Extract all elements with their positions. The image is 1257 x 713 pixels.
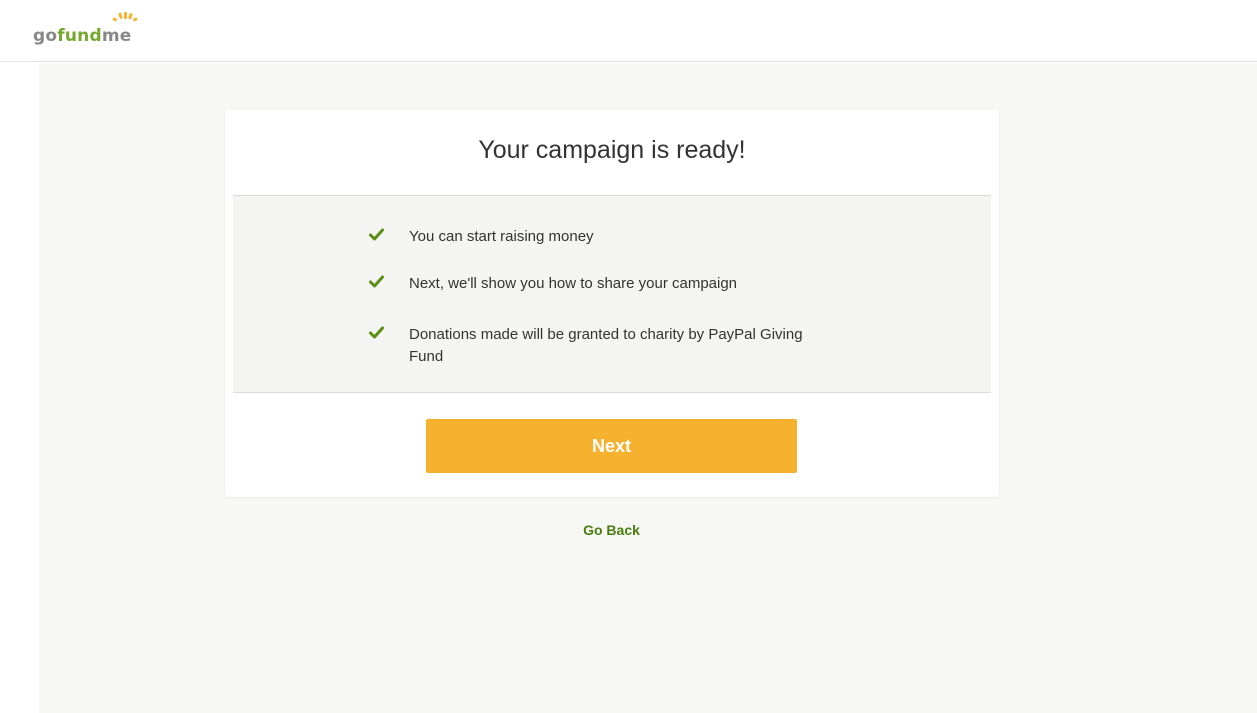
next-button[interactable]: Next — [426, 419, 797, 473]
sun-logo-icon — [112, 12, 138, 22]
feature-text: Donations made will be granted to charit… — [409, 326, 803, 365]
gofundme-logo[interactable]: gofundme — [33, 12, 143, 46]
check-icon — [369, 228, 384, 241]
feature-text: Next, we'll show you how to share your c… — [409, 275, 738, 292]
campaign-ready-card: Your campaign is ready! You can start ra… — [225, 110, 999, 497]
feature-item: You can start raising money — [369, 226, 829, 248]
feature-list: You can start raising money Next, we'll … — [233, 195, 991, 393]
feature-item: Donations made will be granted to charit… — [369, 324, 829, 368]
main-area: Your campaign is ready! You can start ra… — [0, 63, 1257, 713]
check-icon — [369, 326, 384, 339]
go-back-link[interactable]: Go Back — [0, 522, 1223, 538]
check-icon — [369, 275, 384, 288]
logo-wordmark: gofundme — [33, 26, 132, 46]
card-title: Your campaign is ready! — [478, 136, 746, 164]
feature-text: You can start raising money — [409, 228, 594, 245]
top-header: gofundme — [0, 0, 1257, 62]
feature-item: Next, we'll show you how to share your c… — [369, 273, 829, 295]
